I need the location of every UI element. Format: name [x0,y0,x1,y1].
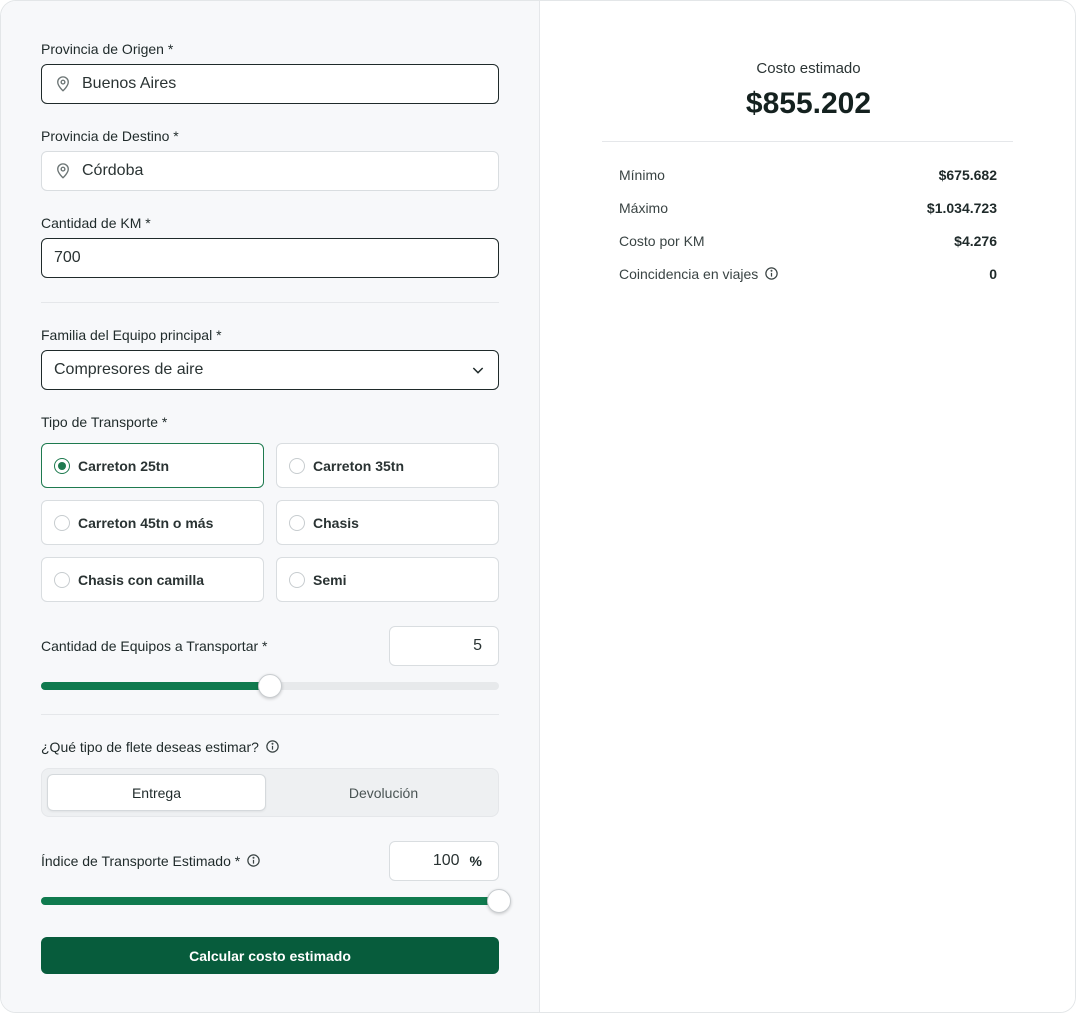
origin-label: Provincia de Origen * [41,41,174,57]
radio-empty-icon [54,571,70,588]
result-title: Costo estimado [756,60,861,77]
result-row-label-wrap: Coincidencia en viajes [619,266,779,282]
info-icon[interactable] [246,853,261,868]
transport-option-semi[interactable]: Semi [276,557,499,602]
estimator-window: Provincia de Origen * Buenos Aires Provi… [0,0,1076,1013]
location-pin-icon [57,76,69,92]
transport-option-chasis-camilla[interactable]: Chasis con camilla [41,557,264,602]
calculate-button[interactable]: Calcular costo estimado [41,937,499,974]
quantity-input[interactable]: 5 [389,626,499,666]
result-row-label: Máximo [619,200,669,216]
transport-option-carreton-45tn[interactable]: Carreton 45tn o más [41,500,264,545]
quantity-label: Cantidad de Equipos a Transportar * [41,638,268,654]
info-icon[interactable] [265,739,280,754]
index-slider[interactable] [41,889,511,913]
result-divider [602,141,1013,142]
radio-empty-icon [289,514,305,531]
transport-option-carreton-25tn[interactable]: Carreton 25tn [41,443,264,488]
family-value: Compresores de aire [54,361,204,378]
transport-option-chasis[interactable]: Chasis [276,500,499,545]
transport-option-label: Carreton 45tn o más [78,514,214,531]
freight-label-text: ¿Qué tipo de flete deseas estimar? [41,739,259,755]
transport-option-label: Carreton 25tn [78,457,170,474]
section-divider [41,302,499,303]
transport-option-label: Chasis [313,514,359,531]
transport-label: Tipo de Transporte * [41,414,168,430]
radio-empty-icon [289,571,305,588]
quantity-slider-thumb[interactable] [258,674,282,698]
index-slider-fill [41,897,499,905]
transport-option-label: Carreton 35tn [313,457,405,474]
index-input[interactable]: 100 % [389,841,499,881]
transport-option-label: Chasis con camilla [78,571,205,588]
result-amount: $855.202 [745,87,872,120]
result-row-label: Coincidencia en viajes [619,266,759,282]
index-value: 100 [432,852,460,869]
result-row-costo-km: Costo por KM $4.276 [619,231,997,251]
location-pin-icon [57,163,69,179]
origin-field[interactable]: Buenos Aires [41,64,499,104]
km-value: 700 [54,249,81,266]
quantity-slider-fill [41,682,270,690]
result-row-value: $675.682 [938,167,997,183]
freight-option-devolucion[interactable]: Devolución [274,774,493,811]
transport-option-label: Semi [313,571,347,588]
index-label-text: Índice de Transporte Estimado * [41,853,241,869]
chevron-down-icon [472,367,484,374]
result-row-coincidencia: Coincidencia en viajes 0 [619,264,997,284]
result-row-minimo: Mínimo $675.682 [619,165,997,185]
destination-field[interactable]: Córdoba [41,151,499,191]
info-icon[interactable] [764,266,779,281]
result-row-value: 0 [989,266,997,282]
freight-label: ¿Qué tipo de flete deseas estimar? [41,739,280,755]
index-label: Índice de Transporte Estimado * [41,853,261,869]
transport-option-carreton-35tn[interactable]: Carreton 35tn [276,443,499,488]
km-label: Cantidad de KM * [41,215,151,231]
form-panel: Provincia de Origen * Buenos Aires Provi… [1,1,540,1012]
freight-toggle: Entrega Devolución [41,768,499,817]
radio-empty-icon [289,457,305,474]
quantity-slider[interactable] [41,674,499,698]
family-select[interactable]: Compresores de aire [41,350,499,390]
destination-label: Provincia de Destino * [41,128,179,144]
radio-empty-icon [54,514,70,531]
quantity-value: 5 [473,637,482,654]
family-label: Familia del Equipo principal * [41,327,222,343]
freight-option-entrega[interactable]: Entrega [47,774,266,811]
index-slider-thumb[interactable] [487,889,511,913]
origin-value: Buenos Aires [82,75,177,92]
result-row-label: Costo por KM [619,233,705,249]
km-input[interactable]: 700 [41,238,499,278]
percent-unit: % [469,853,482,869]
destination-value: Córdoba [82,162,144,179]
result-row-maximo: Máximo $1.034.723 [619,198,997,218]
section-divider [41,714,499,715]
result-panel: Costo estimado $855.202 Mínimo $675.682 … [540,1,1075,1012]
result-row-value: $4.276 [954,233,997,249]
radio-selected-icon [54,457,70,474]
result-row-value: $1.034.723 [926,200,997,216]
result-row-label: Mínimo [619,167,665,183]
